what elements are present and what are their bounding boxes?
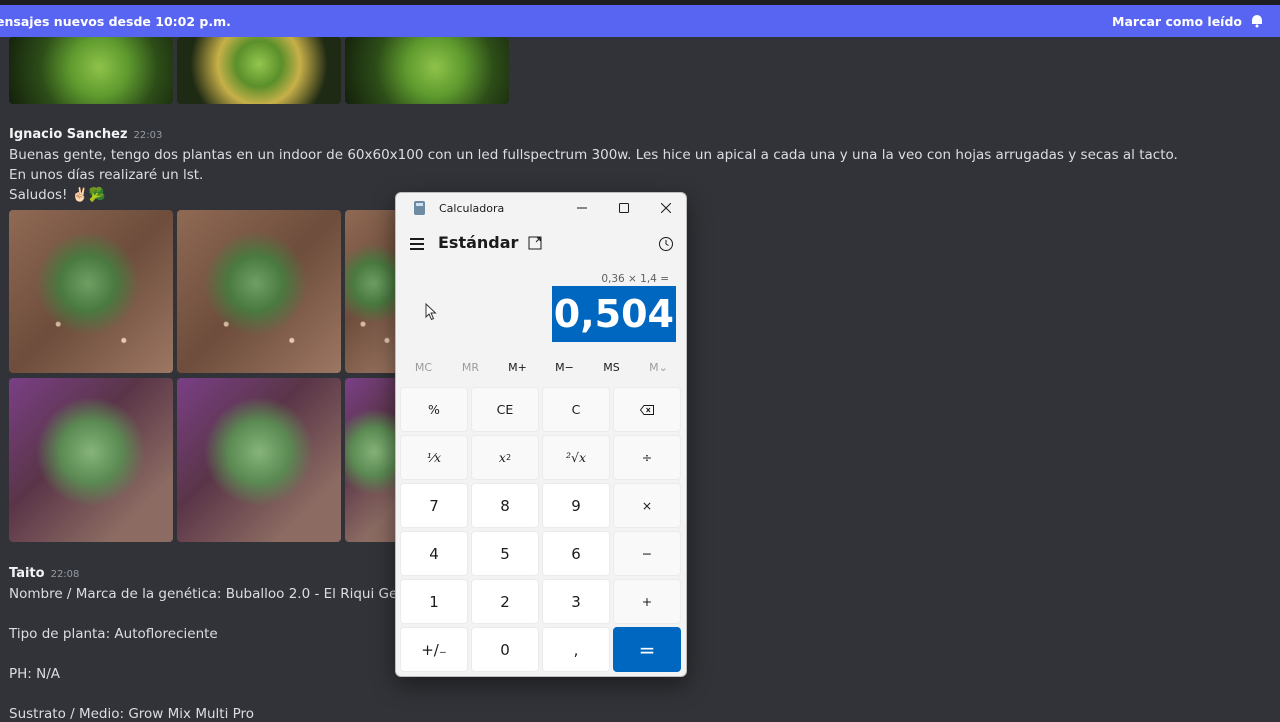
memory-add-button[interactable]: M+ xyxy=(495,361,541,381)
message-line: PH: N/A xyxy=(9,666,61,682)
attachment-image[interactable] xyxy=(177,210,341,373)
add-button[interactable]: + xyxy=(613,579,681,624)
new-messages-text: ensajes nuevos desde 10:02 p.m. xyxy=(0,13,231,29)
calculator-nav: Estándar xyxy=(396,227,686,263)
memory-recall-button[interactable]: MR xyxy=(448,361,494,381)
digit-9-button[interactable]: 9 xyxy=(542,483,610,528)
message-line: Nombre / Marca de la genética: Buballoo … xyxy=(9,586,431,602)
message-timestamp: 22:03 xyxy=(133,130,163,141)
history-icon[interactable] xyxy=(658,236,674,252)
digit-5-button[interactable]: 5 xyxy=(471,531,539,576)
multiply-button[interactable]: × xyxy=(613,483,681,528)
memory-store-button[interactable]: MS xyxy=(589,361,635,381)
maximize-button[interactable] xyxy=(603,193,645,223)
message-line: Saludos! ✌🏻🥦 xyxy=(9,187,106,203)
attachment-image[interactable] xyxy=(9,378,173,542)
negate-button[interactable]: +/₋ xyxy=(400,627,468,672)
digit-2-button[interactable]: 2 xyxy=(471,579,539,624)
message-author[interactable]: Ignacio Sanchez 22:03 xyxy=(9,127,162,142)
message-line: Buenas gente, tengo dos plantas en un in… xyxy=(9,147,1178,163)
memory-subtract-button[interactable]: M− xyxy=(542,361,588,381)
digit-6-button[interactable]: 6 xyxy=(542,531,610,576)
equals-button[interactable]: = xyxy=(613,627,681,672)
calculator-app-icon xyxy=(414,201,425,215)
calculator-mode-title: Estándar xyxy=(438,233,519,252)
attachment-image[interactable] xyxy=(9,37,173,104)
menu-icon[interactable] xyxy=(410,238,424,250)
backspace-icon xyxy=(640,404,654,415)
keep-on-top-icon[interactable] xyxy=(528,236,542,250)
clear-button[interactable]: C xyxy=(542,387,610,432)
calculator-titlebar[interactable]: Calculadora xyxy=(396,193,686,223)
new-messages-banner[interactable]: ensajes nuevos desde 10:02 p.m. Marcar c… xyxy=(0,5,1280,37)
backspace-button[interactable] xyxy=(613,387,681,432)
result-display[interactable]: 0,504 xyxy=(551,286,676,342)
subtract-button[interactable]: − xyxy=(613,531,681,576)
minimize-button[interactable] xyxy=(561,193,603,223)
expression-display: 0,36 × 1,4 = xyxy=(601,273,669,285)
mark-read-icon xyxy=(1252,15,1262,28)
percent-button[interactable]: % xyxy=(400,387,468,432)
mouse-cursor-icon xyxy=(425,303,437,321)
digit-3-button[interactable]: 3 xyxy=(542,579,610,624)
mark-as-read-button[interactable]: Marcar como leído xyxy=(1112,14,1264,29)
attachment-image[interactable] xyxy=(9,210,173,373)
digit-1-button[interactable]: 1 xyxy=(400,579,468,624)
digit-4-button[interactable]: 4 xyxy=(400,531,468,576)
close-button[interactable] xyxy=(645,193,686,223)
message-line: En unos días realizaré un lst. xyxy=(9,167,204,183)
reciprocal-button[interactable]: ⅟x xyxy=(400,435,468,480)
close-icon xyxy=(661,203,671,213)
memory-row: MC MR M+ M− MS M⌄ xyxy=(400,361,682,381)
square-button[interactable]: x2 xyxy=(471,435,539,480)
digit-0-button[interactable]: 0 xyxy=(471,627,539,672)
attachment-image[interactable] xyxy=(177,378,341,542)
clear-entry-button[interactable]: CE xyxy=(471,387,539,432)
memory-list-button[interactable]: M⌄ xyxy=(636,361,682,381)
calculator-window[interactable]: Calculadora Estándar 0,36 × 1,4 = 0,504 … xyxy=(395,192,687,677)
message-timestamp: 22:08 xyxy=(50,569,80,580)
mark-as-read-label: Marcar como leído xyxy=(1112,13,1242,29)
message-line: Tipo de planta: Autofloreciente xyxy=(9,626,218,642)
window-title: Calculadora xyxy=(439,202,505,215)
decimal-button[interactable]: , xyxy=(542,627,610,672)
attachment-image[interactable] xyxy=(177,37,341,104)
digit-7-button[interactable]: 7 xyxy=(400,483,468,528)
memory-clear-button[interactable]: MC xyxy=(401,361,447,381)
square-root-button[interactable]: ²√x xyxy=(542,435,610,480)
keypad: % CE C ⅟x x2 ²√x ÷ 7 8 9 × 4 5 6 − 1 2 3… xyxy=(400,387,684,672)
attachment-image[interactable] xyxy=(345,37,509,104)
digit-8-button[interactable]: 8 xyxy=(471,483,539,528)
minimize-icon xyxy=(577,207,587,209)
message-author[interactable]: Taito 22:08 xyxy=(9,566,79,581)
divide-button[interactable]: ÷ xyxy=(613,435,681,480)
maximize-icon xyxy=(619,203,629,213)
